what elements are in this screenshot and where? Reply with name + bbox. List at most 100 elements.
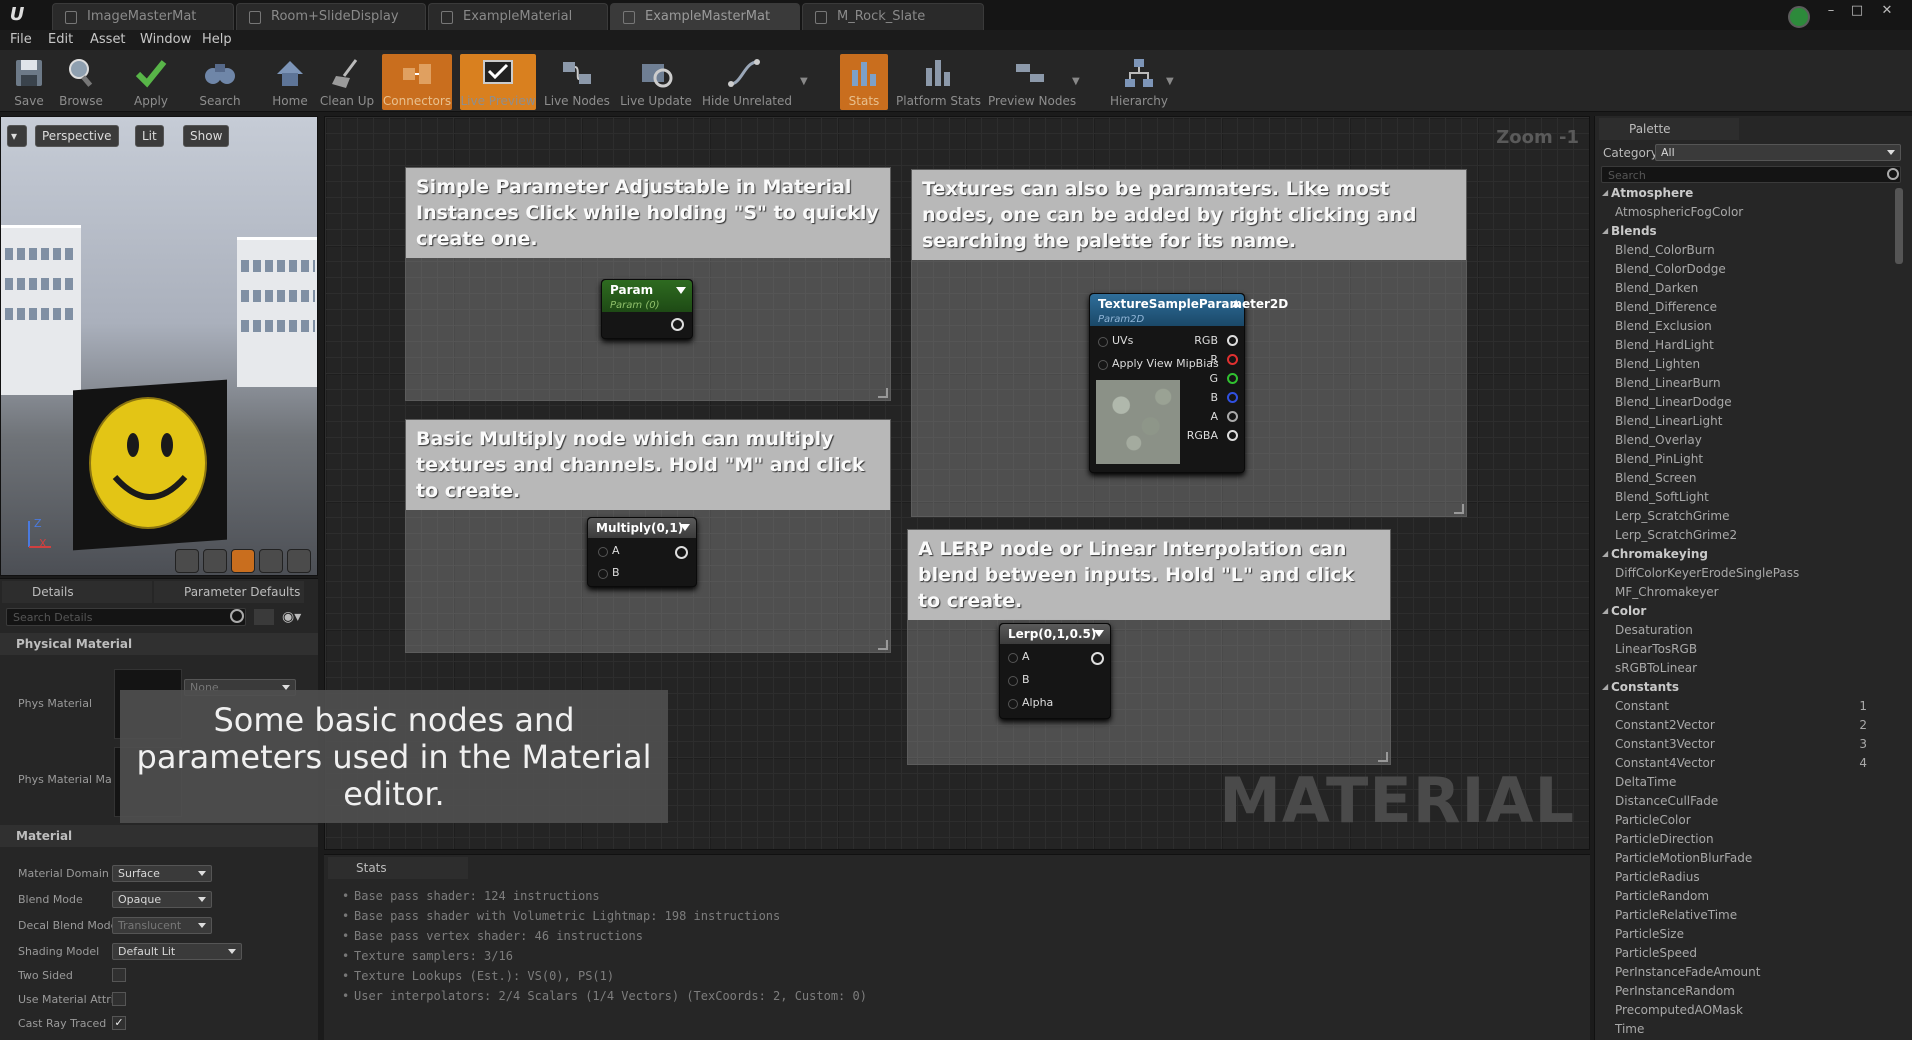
palette-item[interactable]: Blend_Difference: [1615, 300, 1717, 314]
resize-handle[interactable]: [1378, 752, 1388, 762]
palette-item[interactable]: ParticleDirection: [1615, 832, 1714, 846]
home-button[interactable]: Home: [268, 54, 312, 110]
decal-blend-mode-combo[interactable]: Translucent: [112, 917, 212, 934]
output-pin[interactable]: [675, 546, 688, 559]
preview-sphere-button[interactable]: [203, 549, 227, 573]
document-tab[interactable]: ExampleMaterial: [428, 3, 608, 30]
live-nodes-button[interactable]: Live Nodes: [544, 54, 610, 110]
connectors-button[interactable]: Connectors: [382, 54, 452, 110]
tab-parameter-defaults[interactable]: Parameter Defaults: [154, 581, 304, 603]
save-button[interactable]: Save: [6, 54, 52, 110]
input-pin-b[interactable]: B: [598, 566, 620, 579]
preview-nodes-button[interactable]: Preview Nodes: [988, 54, 1076, 110]
palette-item[interactable]: Blend_ColorDodge: [1615, 262, 1726, 276]
preview-custom-mesh-button[interactable]: [287, 549, 311, 573]
param-node[interactable]: Param Param (0): [601, 279, 693, 339]
multiply-node[interactable]: Multiply(0,1) A B: [587, 517, 697, 587]
palette-item[interactable]: Constant3Vector: [1615, 737, 1715, 751]
palette-item[interactable]: Blend_SoftLight: [1615, 490, 1709, 504]
clean-up-button[interactable]: Clean Up: [318, 54, 376, 110]
palette-item[interactable]: Constant2Vector: [1615, 718, 1715, 732]
palette-item[interactable]: Blend_Screen: [1615, 471, 1696, 485]
category-material[interactable]: Material: [0, 825, 318, 847]
palette-item[interactable]: Constant4Vector: [1615, 756, 1715, 770]
grid-view-icon[interactable]: [254, 609, 274, 625]
show-button[interactable]: Show: [183, 125, 230, 147]
palette-category[interactable]: Chromakeying: [1602, 547, 1708, 561]
palette-item[interactable]: Blend_Overlay: [1615, 433, 1702, 447]
live-preview-button[interactable]: Live Preview: [460, 54, 536, 110]
shading-model-combo[interactable]: Default Lit: [112, 943, 242, 960]
live-update-button[interactable]: Live Update: [618, 54, 694, 110]
menu-edit[interactable]: Edit: [48, 32, 73, 47]
preview-viewport[interactable]: ▾ Perspective Lit Show Z X: [0, 116, 318, 576]
palette-item[interactable]: Blend_HardLight: [1615, 338, 1714, 352]
document-tab[interactable]: Room+SlideDisplay: [236, 3, 426, 30]
output-pin[interactable]: [1091, 652, 1104, 665]
output-pin[interactable]: [671, 318, 684, 331]
palette-item[interactable]: Blend_PinLight: [1615, 452, 1703, 466]
palette-item[interactable]: DeltaTime: [1615, 775, 1676, 789]
palette-item[interactable]: Blend_LinearDodge: [1615, 395, 1732, 409]
palette-item[interactable]: Blend_LinearLight: [1615, 414, 1722, 428]
input-pin-alpha[interactable]: Alpha: [1007, 696, 1053, 709]
palette-item[interactable]: LinearTosRGB: [1615, 642, 1697, 656]
hierarchy-button[interactable]: Hierarchy: [1106, 54, 1172, 110]
output-pin[interactable]: [1227, 373, 1238, 384]
palette-item[interactable]: ParticleMotionBlurFade: [1615, 851, 1752, 865]
close-icon[interactable]: ✕: [1876, 3, 1898, 19]
dropdown-arrow-icon[interactable]: ▼: [1166, 76, 1174, 87]
menu-help[interactable]: Help: [202, 32, 232, 47]
hide-unrelated-button[interactable]: Hide Unrelated: [702, 54, 792, 110]
palette-item[interactable]: ParticleRadius: [1615, 870, 1700, 884]
dropdown-arrow-icon[interactable]: ▼: [1072, 76, 1080, 87]
document-tab[interactable]: M_Rock_Slate: [802, 3, 984, 30]
lerp-node[interactable]: Lerp(0,1,0.5) A B Alpha: [999, 623, 1111, 719]
dropdown-arrow-icon[interactable]: ▼: [800, 76, 808, 87]
search-button[interactable]: Search: [194, 54, 246, 110]
tab-details[interactable]: Details: [2, 581, 152, 603]
palette-item[interactable]: ParticleColor: [1615, 813, 1691, 827]
palette-item[interactable]: sRGBToLinear: [1615, 661, 1697, 675]
output-pin[interactable]: [1227, 392, 1238, 403]
palette-item[interactable]: ParticleSize: [1615, 927, 1684, 941]
texture-sample-parameter-node[interactable]: TextureSampleParameter2D Param2D ▲ UVs A…: [1089, 293, 1288, 473]
palette-search-input[interactable]: Search: [1601, 166, 1901, 183]
palette-item[interactable]: AtmosphericFogColor: [1615, 205, 1743, 219]
minimize-icon[interactable]: –: [1820, 3, 1842, 19]
palette-category[interactable]: Constants: [1602, 680, 1679, 694]
platform-stats-button[interactable]: Platform Stats: [896, 54, 981, 110]
use-material-attributes-checkbox[interactable]: [112, 992, 126, 1006]
resize-handle[interactable]: [878, 388, 888, 398]
tab-palette[interactable]: Palette: [1599, 118, 1739, 140]
palette-category[interactable]: Atmosphere: [1602, 186, 1693, 200]
document-tab[interactable]: ImageMasterMat: [52, 3, 234, 30]
palette-item[interactable]: Time: [1615, 1022, 1644, 1036]
input-pin-uvs[interactable]: UVs: [1097, 334, 1133, 347]
palette-item[interactable]: ParticleSpeed: [1615, 946, 1697, 960]
lit-button[interactable]: Lit: [135, 125, 164, 147]
palette-item[interactable]: PerInstanceRandom: [1615, 984, 1735, 998]
input-pin-b[interactable]: B: [1008, 673, 1030, 686]
source-control-icon[interactable]: [1788, 6, 1810, 28]
resize-handle[interactable]: [1454, 504, 1464, 514]
output-pin[interactable]: [1227, 335, 1238, 346]
palette-item[interactable]: Lerp_ScratchGrime: [1615, 509, 1729, 523]
palette-item[interactable]: Blend_LinearBurn: [1615, 376, 1721, 390]
category-physical-material[interactable]: Physical Material: [0, 633, 318, 655]
output-pin[interactable]: [1227, 411, 1238, 422]
perspective-button[interactable]: Perspective: [35, 125, 119, 147]
maximize-icon[interactable]: □: [1846, 3, 1868, 19]
palette-item[interactable]: ParticleRelativeTime: [1615, 908, 1737, 922]
output-pin[interactable]: [1227, 430, 1238, 441]
palette-item[interactable]: Blend_Lighten: [1615, 357, 1700, 371]
document-tab-active[interactable]: ExampleMasterMat: [610, 3, 800, 30]
palette-item[interactable]: Blend_Darken: [1615, 281, 1698, 295]
blend-mode-combo[interactable]: Opaque: [112, 891, 212, 908]
menu-file[interactable]: File: [10, 32, 32, 47]
palette-category[interactable]: Color: [1602, 604, 1646, 618]
menu-asset[interactable]: Asset: [90, 32, 126, 47]
menu-window[interactable]: Window: [140, 32, 191, 47]
collapse-arrow-icon[interactable]: [680, 524, 690, 531]
palette-category[interactable]: Blends: [1602, 224, 1657, 238]
